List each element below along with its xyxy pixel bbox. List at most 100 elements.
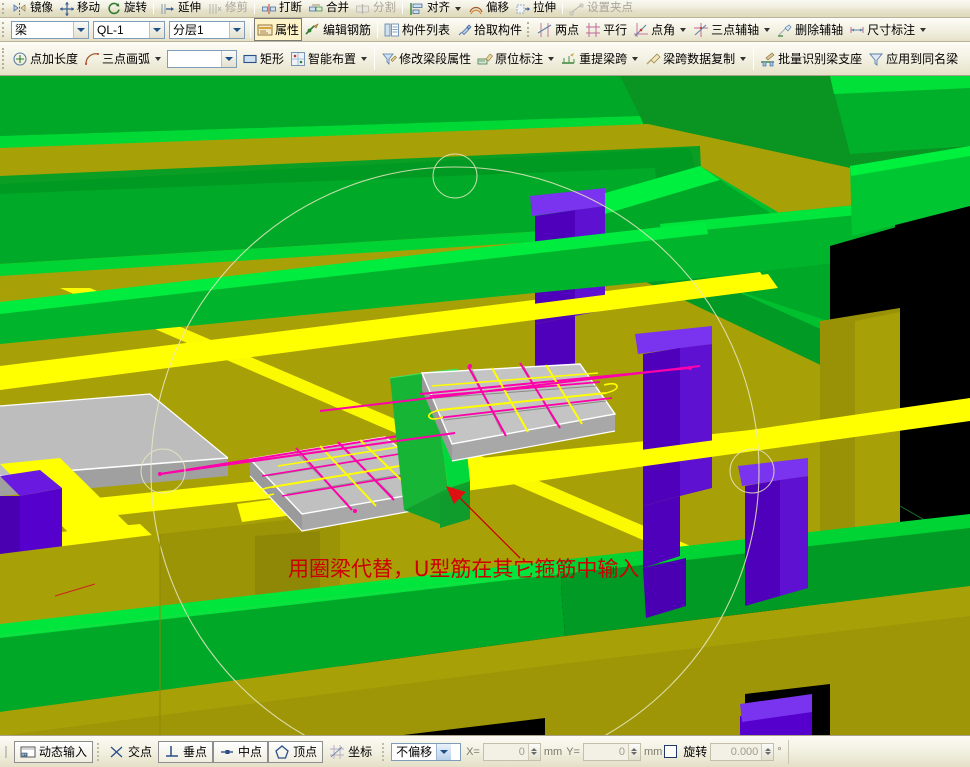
toolbar-button-split[interactable]: 分割 [352, 0, 399, 17]
y-coordinate-field[interactable]: 0 [582, 742, 641, 761]
toolbar-button-copy-span-data[interactable]: 梁跨数据复制 [642, 42, 750, 75]
toolbar-button-mirror[interactable]: 镜像 [9, 0, 56, 17]
toolbar-button-trim[interactable]: 修剪 [204, 0, 251, 17]
chevron-down-icon[interactable] [920, 27, 927, 32]
perpendicular-snap-icon [164, 744, 180, 760]
snap-button-intersection[interactable]: 交点 [103, 741, 158, 763]
chevron-down-icon[interactable] [229, 21, 244, 38]
status-bar: 12 动态输入 交点 垂点 中点 顶点 坐标 不偏移 X= 0 mm Y= 0 … [0, 735, 970, 767]
toolbar-grip[interactable] [2, 48, 5, 69]
toolbar-button-stretch[interactable]: 拉伸 [512, 0, 559, 17]
point-length-icon [12, 51, 28, 67]
toolbar-button-rectangle[interactable]: 矩形 [239, 42, 287, 75]
toolbar-button-two-point[interactable]: 两点 [534, 18, 582, 41]
component-type-combo[interactable]: 梁 [11, 20, 89, 39]
toolbar-button-offset[interactable]: 偏移 [465, 0, 512, 17]
layer-combo[interactable]: 分层1 [169, 20, 245, 39]
3d-scene[interactable]: 00 [0, 76, 970, 735]
y-coordinate-value: 0 [618, 745, 625, 758]
merge-icon [308, 1, 324, 17]
snap-button-perpendicular[interactable]: 垂点 [158, 740, 214, 763]
chevron-down-icon[interactable] [221, 50, 237, 67]
x-coordinate-field[interactable]: 0 [482, 742, 541, 761]
chevron-down-icon[interactable] [764, 27, 771, 32]
toolbar-button-respan-beam[interactable]: 重提梁跨 [558, 42, 642, 75]
rotate-spinner[interactable] [761, 743, 774, 760]
toolbar-button-three-point-arc[interactable]: 三点画弧 [81, 42, 165, 75]
x-spinner[interactable] [527, 743, 540, 760]
toolbar-grip[interactable] [2, 22, 5, 37]
toolbar-button-in-situ-label[interactable]: 原位标注 [474, 42, 558, 75]
chevron-down-icon[interactable] [455, 6, 461, 11]
three-point-arc-icon [84, 51, 100, 67]
toolbar-label: 梁跨数据复制 [663, 51, 736, 66]
toolbar-button-extend[interactable]: 延伸 [157, 0, 204, 17]
snap-button-midpoint[interactable]: 中点 [213, 740, 269, 763]
rotate-field[interactable]: 0.000 [710, 742, 775, 761]
toolbar-button-edit-rebar[interactable]: 编辑钢筋 [302, 18, 374, 41]
toolbar-label: 设置夹点 [587, 1, 633, 14]
chevron-down-icon[interactable] [155, 56, 162, 61]
vertex-snap-icon [274, 744, 290, 760]
toolbar-label: 三点画弧 [102, 51, 151, 66]
chevron-down-icon[interactable] [632, 56, 639, 61]
dynamic-input-button[interactable]: 12 动态输入 [14, 740, 94, 763]
toolbar-button-smart-layout[interactable]: 智能布置 [287, 42, 371, 75]
rotate-label: 旋转 [683, 745, 708, 759]
toolbar-button-merge[interactable]: 合并 [305, 0, 352, 17]
status-left-edge [2, 741, 14, 763]
toolbar-button-set-grip[interactable]: 设置夹点 [566, 0, 636, 17]
toolbar-button-point-length[interactable]: 点加长度 [9, 42, 81, 75]
toolbar-button-point-angle[interactable]: 点角 [630, 18, 690, 41]
chevron-down-icon[interactable] [740, 56, 747, 61]
toolbar-button-dimension[interactable]: 尺寸标注 [846, 18, 930, 41]
offset-icon [468, 1, 484, 17]
toolbar-label: 合并 [326, 1, 349, 14]
chevron-down-icon[interactable] [436, 743, 452, 760]
toolbar-button-component-list[interactable]: 构件列表 [381, 18, 453, 41]
offset-mode-combo[interactable]: 不偏移 [391, 742, 462, 761]
chevron-down-icon[interactable] [73, 21, 88, 38]
toolbar-label: 修改梁段属性 [399, 51, 472, 66]
toolbar-label: 矩形 [260, 51, 285, 66]
rotate-icon [106, 1, 122, 17]
extend-icon [160, 1, 176, 17]
stretch-icon [515, 1, 531, 17]
toolbar-button-rotate[interactable]: 旋转 [103, 0, 150, 17]
component-toolbar: 梁 QL-1 分层1 属性 编辑钢筋 构件列表 拾取构件 两点 平行 点角 三点… [0, 18, 970, 42]
toolbar-button-align[interactable]: 对齐 [406, 0, 465, 17]
y-spinner[interactable] [627, 743, 640, 760]
toolbar-separator [402, 2, 403, 15]
snap-button-coordinate[interactable]: 坐标 [323, 741, 378, 763]
toolbar-button-properties[interactable]: 属性 [254, 18, 303, 41]
component-name-combo[interactable]: QL-1 [93, 20, 165, 39]
arc-combo[interactable] [167, 49, 238, 68]
edit-toolbar: 镜像 移动 旋转 延伸 修剪 打断 合并 分割 对齐 偏移 拉伸 设置夹点 [0, 0, 970, 18]
toolbar-button-delete-axis[interactable]: 删除辅轴 [774, 18, 846, 41]
toolbar-button-batch-support[interactable]: 批量识别梁支座 [757, 42, 865, 75]
toolbar-button-three-point-axis[interactable]: 三点辅轴 [690, 18, 774, 41]
rotate-checkbox[interactable] [664, 745, 678, 758]
intersection-snap-icon [109, 744, 125, 760]
toolbar-button-edit-beam-segment[interactable]: 修改梁段属性 [378, 42, 474, 75]
chevron-down-icon[interactable] [680, 27, 687, 32]
chevron-down-icon[interactable] [149, 21, 164, 38]
toolbar-label: 平行 [603, 22, 628, 37]
toolbar-label: 两点 [555, 22, 580, 37]
chevron-down-icon[interactable] [548, 56, 555, 61]
toolbar-grip[interactable] [527, 22, 530, 37]
toolbar-button-parallel[interactable]: 平行 [582, 18, 630, 41]
toolbar-button-pick-component[interactable]: 拾取构件 [453, 18, 525, 41]
toolbar-button-apply-same-name[interactable]: 应用到同名梁 [865, 42, 961, 75]
setgrip-icon [569, 1, 585, 17]
toolbar-grip[interactable] [2, 3, 5, 14]
toolbar-label: 删除辅轴 [795, 22, 844, 37]
toolbar-button-break[interactable]: 打断 [258, 0, 305, 17]
toolbar-label: 原位标注 [495, 51, 544, 66]
snap-button-vertex[interactable]: 顶点 [268, 740, 324, 763]
rotate-value: 0.000 [730, 745, 759, 758]
3d-model-viewport[interactable]: 00 [0, 76, 970, 735]
two-point-icon [537, 22, 553, 38]
chevron-down-icon[interactable] [361, 56, 368, 61]
toolbar-button-move[interactable]: 移动 [56, 0, 103, 17]
